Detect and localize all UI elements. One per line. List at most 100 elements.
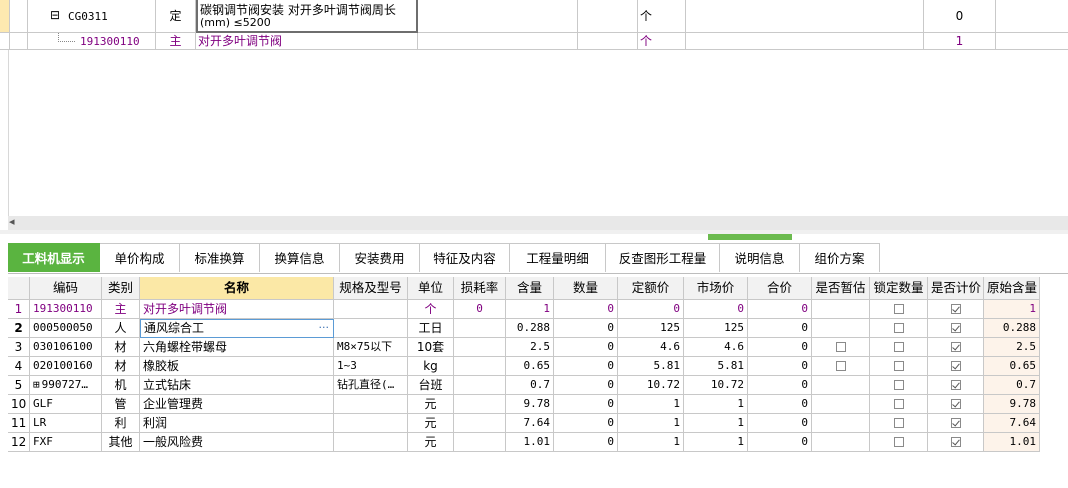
- market-price-cell[interactable]: 5.81: [684, 357, 748, 376]
- col-qty[interactable]: 数量: [554, 277, 618, 300]
- spec-cell[interactable]: 1~3: [334, 357, 408, 376]
- orig-content-cell[interactable]: 1: [984, 300, 1040, 319]
- type-cell[interactable]: 人: [102, 319, 140, 338]
- tab-features[interactable]: 特征及内容: [420, 243, 510, 272]
- code-cell[interactable]: 191300110: [30, 300, 102, 319]
- lock-qty-checkbox[interactable]: [870, 319, 928, 338]
- qty-cell[interactable]: 0: [554, 338, 618, 357]
- table-row[interactable]: 191300110 主 对开多叶调节阀 个 1: [0, 33, 1068, 50]
- code-cell[interactable]: ⊞ 990727…: [30, 376, 102, 395]
- table-row[interactable]: 3 030106100 材六角螺栓带螺母 M8×75以下 10套 2.5 0 4.6 4.6 0 2…: [8, 338, 1040, 357]
- priced-checkbox[interactable]: [928, 414, 984, 433]
- loss-rate-cell[interactable]: [454, 433, 506, 452]
- table-row[interactable]: 10 GLF 管企业管理费元 9.78 0 1 1 0 9.78: [8, 395, 1040, 414]
- col-total[interactable]: 合价: [748, 277, 812, 300]
- splitter-handle[interactable]: [708, 234, 792, 240]
- col-estimate[interactable]: 是否暂估: [812, 277, 870, 300]
- checkbox-icon[interactable]: [893, 436, 904, 447]
- qty-cell[interactable]: 0: [554, 395, 618, 414]
- type-cell[interactable]: 其他: [102, 433, 140, 452]
- collapse-icon[interactable]: ⊟: [50, 9, 60, 21]
- spec-cell[interactable]: [334, 319, 408, 338]
- table-row[interactable]: ⊟ CG0311 定 碳钢调节阀安装 对开多叶调节阀周长 (mm) ≤5200 …: [0, 0, 1068, 33]
- content-cell[interactable]: 1.01: [506, 433, 554, 452]
- horizontal-scrollbar[interactable]: ◂: [8, 215, 1068, 230]
- spec-cell[interactable]: M8×75以下: [334, 338, 408, 357]
- code-cell[interactable]: ⊟ CG0311: [28, 0, 156, 33]
- checkbox-icon[interactable]: [893, 360, 904, 371]
- market-price-cell[interactable]: 1: [684, 414, 748, 433]
- unit-cell[interactable]: 元: [408, 433, 454, 452]
- table-row[interactable]: 5 ⊞ 990727… 机立式钻床 钻孔直径(… 台班 0.7 0 10.72 10.72 0 0.7: [8, 376, 1040, 395]
- code-cell[interactable]: LR: [30, 414, 102, 433]
- orig-content-cell[interactable]: 1.01: [984, 433, 1040, 452]
- col-loss-rate[interactable]: 损耗率: [454, 277, 506, 300]
- code-cell[interactable]: 191300110: [28, 33, 156, 50]
- type-cell[interactable]: 材: [102, 338, 140, 357]
- checkbox-icon[interactable]: [893, 379, 904, 390]
- scroll-left-icon[interactable]: ◂: [9, 215, 15, 228]
- total-cell[interactable]: 0: [748, 319, 812, 338]
- col-quota-price[interactable]: 定额价: [618, 277, 684, 300]
- total-cell[interactable]: 0: [748, 338, 812, 357]
- lock-qty-checkbox[interactable]: [870, 338, 928, 357]
- quota-price-cell[interactable]: 1: [618, 433, 684, 452]
- market-price-cell[interactable]: 1: [684, 395, 748, 414]
- name-cell[interactable]: 六角螺栓带螺母: [140, 338, 334, 357]
- unit-cell[interactable]: kg: [408, 357, 454, 376]
- table-row[interactable]: 2 000500050 人通风综合工 ··· 工日 0.288 0 125 125 0 0.288: [8, 319, 1040, 338]
- estimate-checkbox[interactable]: [812, 300, 870, 319]
- code-cell[interactable]: 020100160: [30, 357, 102, 376]
- estimate-checkbox[interactable]: [812, 338, 870, 357]
- orig-content-cell[interactable]: 7.64: [984, 414, 1040, 433]
- estimate-checkbox[interactable]: [812, 395, 870, 414]
- col-unit[interactable]: 单位: [408, 277, 454, 300]
- lock-qty-checkbox[interactable]: [870, 376, 928, 395]
- table-row[interactable]: 1 191300110 主对开多叶调节阀个 0 1 0 0 0 0 1: [8, 300, 1040, 319]
- total-cell[interactable]: 0: [748, 376, 812, 395]
- estimate-checkbox[interactable]: [812, 357, 870, 376]
- unit-cell[interactable]: 个: [408, 300, 454, 319]
- col-orig-content[interactable]: 原始含量: [984, 277, 1040, 300]
- checkbox-icon[interactable]: [835, 341, 846, 352]
- content-cell[interactable]: 1: [506, 300, 554, 319]
- quota-price-cell[interactable]: 10.72: [618, 376, 684, 395]
- tab-standard-conversion[interactable]: 标准换算: [180, 243, 260, 272]
- tab-pricing-scheme[interactable]: 组价方案: [800, 243, 880, 272]
- tab-quantity-details[interactable]: 工程量明细: [510, 243, 606, 272]
- market-price-cell[interactable]: 10.72: [684, 376, 748, 395]
- spec-cell[interactable]: [334, 414, 408, 433]
- estimate-checkbox[interactable]: [812, 319, 870, 338]
- priced-checkbox[interactable]: [928, 300, 984, 319]
- qty-cell[interactable]: 0: [554, 376, 618, 395]
- code-cell[interactable]: 000500050: [30, 319, 102, 338]
- lock-qty-checkbox[interactable]: [870, 414, 928, 433]
- col-lock-qty[interactable]: 锁定数量: [870, 277, 928, 300]
- code-cell[interactable]: FXF: [30, 433, 102, 452]
- spec-cell[interactable]: [334, 433, 408, 452]
- total-cell[interactable]: 0: [748, 357, 812, 376]
- name-cell[interactable]: 通风综合工 ···: [140, 319, 334, 338]
- quota-price-cell[interactable]: 0: [618, 300, 684, 319]
- col-spec[interactable]: 规格及型号: [334, 277, 408, 300]
- loss-rate-cell[interactable]: [454, 357, 506, 376]
- quota-price-cell[interactable]: 1: [618, 414, 684, 433]
- name-cell[interactable]: 立式钻床: [140, 376, 334, 395]
- name-cell[interactable]: 一般风险费: [140, 433, 334, 452]
- checkbox-icon[interactable]: [950, 379, 961, 390]
- code-cell[interactable]: 030106100: [30, 338, 102, 357]
- checkbox-icon[interactable]: [835, 360, 846, 371]
- priced-checkbox[interactable]: [928, 338, 984, 357]
- loss-rate-cell[interactable]: [454, 376, 506, 395]
- col-type[interactable]: 类别: [102, 277, 140, 300]
- tab-graphic-quantity[interactable]: 反查图形工程量: [606, 243, 720, 272]
- priced-checkbox[interactable]: [928, 357, 984, 376]
- content-cell[interactable]: 0.65: [506, 357, 554, 376]
- content-cell[interactable]: 7.64: [506, 414, 554, 433]
- code-cell[interactable]: GLF: [30, 395, 102, 414]
- name-cell[interactable]: 对开多叶调节阀: [140, 300, 334, 319]
- loss-rate-cell[interactable]: [454, 395, 506, 414]
- checkbox-icon[interactable]: [893, 398, 904, 409]
- checkbox-icon[interactable]: [950, 360, 961, 371]
- checkbox-icon[interactable]: [950, 417, 961, 428]
